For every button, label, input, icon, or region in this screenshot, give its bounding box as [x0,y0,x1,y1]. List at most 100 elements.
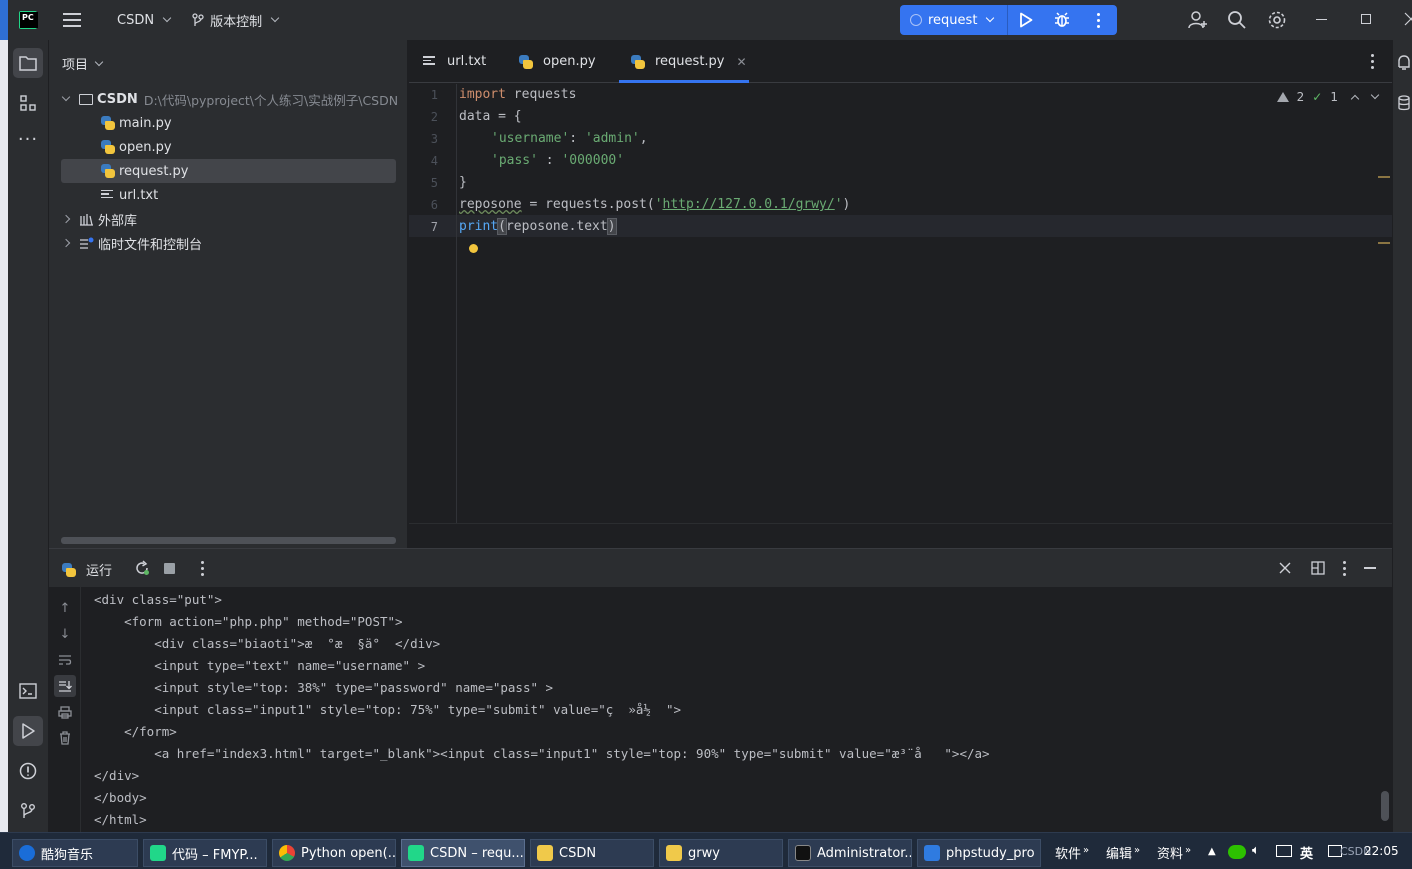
project-selector[interactable]: CSDN [117,13,172,28]
intention-bulb-icon[interactable] [469,244,478,253]
print-button[interactable] [54,701,76,723]
tree-item-open-py[interactable]: open.py [101,135,172,159]
terminal-icon [19,683,37,699]
tree-item-request-py[interactable]: request.py [61,159,396,183]
minimize-button[interactable] [1316,19,1327,20]
scroll-to-end-button[interactable] [54,675,76,697]
tab-options-button[interactable] [1371,54,1374,69]
console-line: <input style="top: 38%" type="password" … [94,680,554,695]
vcs-menu[interactable]: 版本控制 [192,11,280,30]
run-more-button[interactable] [1080,5,1116,35]
rerun-button[interactable] [132,558,152,578]
run-button[interactable] [1008,5,1044,35]
tray-resources-toolbar[interactable]: 资料» [1157,843,1191,862]
expand-arrow-icon [61,214,71,224]
git-branch-icon [21,803,35,818]
console-scrollbar[interactable] [1381,791,1389,821]
debug-button[interactable] [1044,5,1080,35]
error-stripe-mark[interactable] [1378,176,1390,178]
tree-item-csdn[interactable]: CSDN D:\代码\pyproject\个人练习\实战例子\CSDN [61,87,398,111]
branch-icon [192,13,204,26]
tree-item-external-libraries[interactable]: 外部库 [61,207,137,231]
structure-tool-button[interactable] [13,88,43,118]
chevron-up-icon[interactable] [1350,94,1360,104]
taskbar-item-kugou[interactable]: 酷狗音乐 [12,839,138,867]
tab-request-py[interactable]: request.py ✕ [619,40,749,83]
play-icon [1020,12,1033,28]
taskbar-item-grwy-folder[interactable]: grwy [659,839,783,867]
tree-item-label: CSDN [97,91,138,107]
warning-icon [1276,92,1289,102]
close-run-tab-button[interactable] [1275,558,1295,578]
text-file-icon [101,189,113,201]
more-tools-button[interactable]: ··· [13,128,43,158]
tree-item-main-py[interactable]: main.py [101,111,172,135]
run-config-selector[interactable]: request [900,5,1008,35]
inspection-widget[interactable]: 2 ✓ 1 [1276,90,1380,104]
tree-item-url-txt[interactable]: url.txt [101,183,158,207]
play-icon [22,723,35,739]
maximize-button[interactable] [1361,14,1371,24]
console-line: <input class="input1" style="top: 75%" t… [94,702,681,717]
project-tool-button[interactable] [13,48,43,78]
clock[interactable]: 22:05 [1364,844,1399,858]
taskbar-item-label: Python open(... [301,845,396,861]
scroll-up-button[interactable]: ↑ [54,597,76,619]
code-line-7: print(reposone.text) [459,218,617,235]
taskbar-item-phpstudy[interactable]: phpstudy_pro [917,839,1041,867]
phpstudy-icon [924,845,940,861]
stop-button[interactable] [159,558,179,578]
layout-button[interactable] [1308,558,1328,578]
soft-wrap-button[interactable] [54,649,76,671]
add-user-icon[interactable] [1188,10,1208,30]
search-icon[interactable] [1227,10,1247,30]
settings-gear-icon[interactable] [1267,10,1287,30]
project-view-selector[interactable]: 项目 [62,54,104,73]
python-file-icon [519,54,533,69]
panel-options-button[interactable] [1334,558,1354,578]
taskbar-item-csdn-folder[interactable]: CSDN [530,839,654,867]
tray-expand-icon[interactable]: ▲ [1208,846,1216,857]
console-line: <a href="index3.html" target="_blank"><i… [94,746,990,761]
tray-edit-toolbar[interactable]: 编辑» [1106,843,1140,862]
run-tab[interactable]: 运行 [62,560,112,579]
problems-tool-button[interactable] [13,756,43,786]
close-window-icon[interactable] [1404,12,1412,26]
tab-url-txt[interactable]: url.txt [423,40,486,83]
code-line-1: import requests [459,87,577,102]
error-stripe-mark[interactable] [1378,242,1390,244]
wechat-icon[interactable] [1228,845,1246,859]
python-file-icon [101,116,115,130]
line-number: 3 [430,132,438,146]
clear-console-button[interactable] [54,727,76,749]
taskbar-item-cmd[interactable]: Administrator... [788,839,912,867]
taskbar-item-chrome[interactable]: Python open(... [272,839,396,867]
close-icon [1279,562,1291,574]
expand-arrow-icon [61,238,71,248]
run-options-button[interactable] [192,558,212,578]
taskbar-item-csdn-pycharm[interactable]: CSDN – requ... [401,839,525,867]
database-icon[interactable] [1397,94,1411,112]
tree-item-scratches[interactable]: 临时文件和控制台 [61,231,202,255]
volume-icon[interactable]: 🔈︎ [1252,843,1260,858]
run-tool-button[interactable] [13,716,43,746]
taskbar-item-label: 代码 – FMYP... [172,847,258,863]
scroll-down-button[interactable]: ↓ [54,623,76,645]
project-tool-window: 项目 CSDN D:\代码\pyproject\个人练习\实战例子\CSDN m… [49,40,408,548]
terminal-tool-button[interactable] [13,676,43,706]
ime-indicator[interactable]: 英 [1300,843,1313,862]
hide-panel-button[interactable] [1360,558,1380,578]
taskbar-item-code-fmyp[interactable]: 代码 – FMYP... [143,839,267,867]
main-menu-icon[interactable] [63,13,81,27]
tab-open-py[interactable]: open.py [519,40,596,83]
chevron-down-icon[interactable] [1370,90,1380,100]
close-tab-icon[interactable]: ✕ [737,55,747,69]
tray-software-toolbar[interactable]: 软件» [1055,843,1089,862]
git-tool-button[interactable] [13,796,43,826]
editor-tab-bar: url.txt open.py request.py ✕ [409,40,1392,83]
chevron-down-icon [986,13,995,23]
notifications-bell-icon[interactable] [1397,54,1411,72]
network-icon[interactable] [1276,845,1292,857]
console-line: </form> [94,724,177,739]
horizontal-scrollbar[interactable] [61,537,396,544]
